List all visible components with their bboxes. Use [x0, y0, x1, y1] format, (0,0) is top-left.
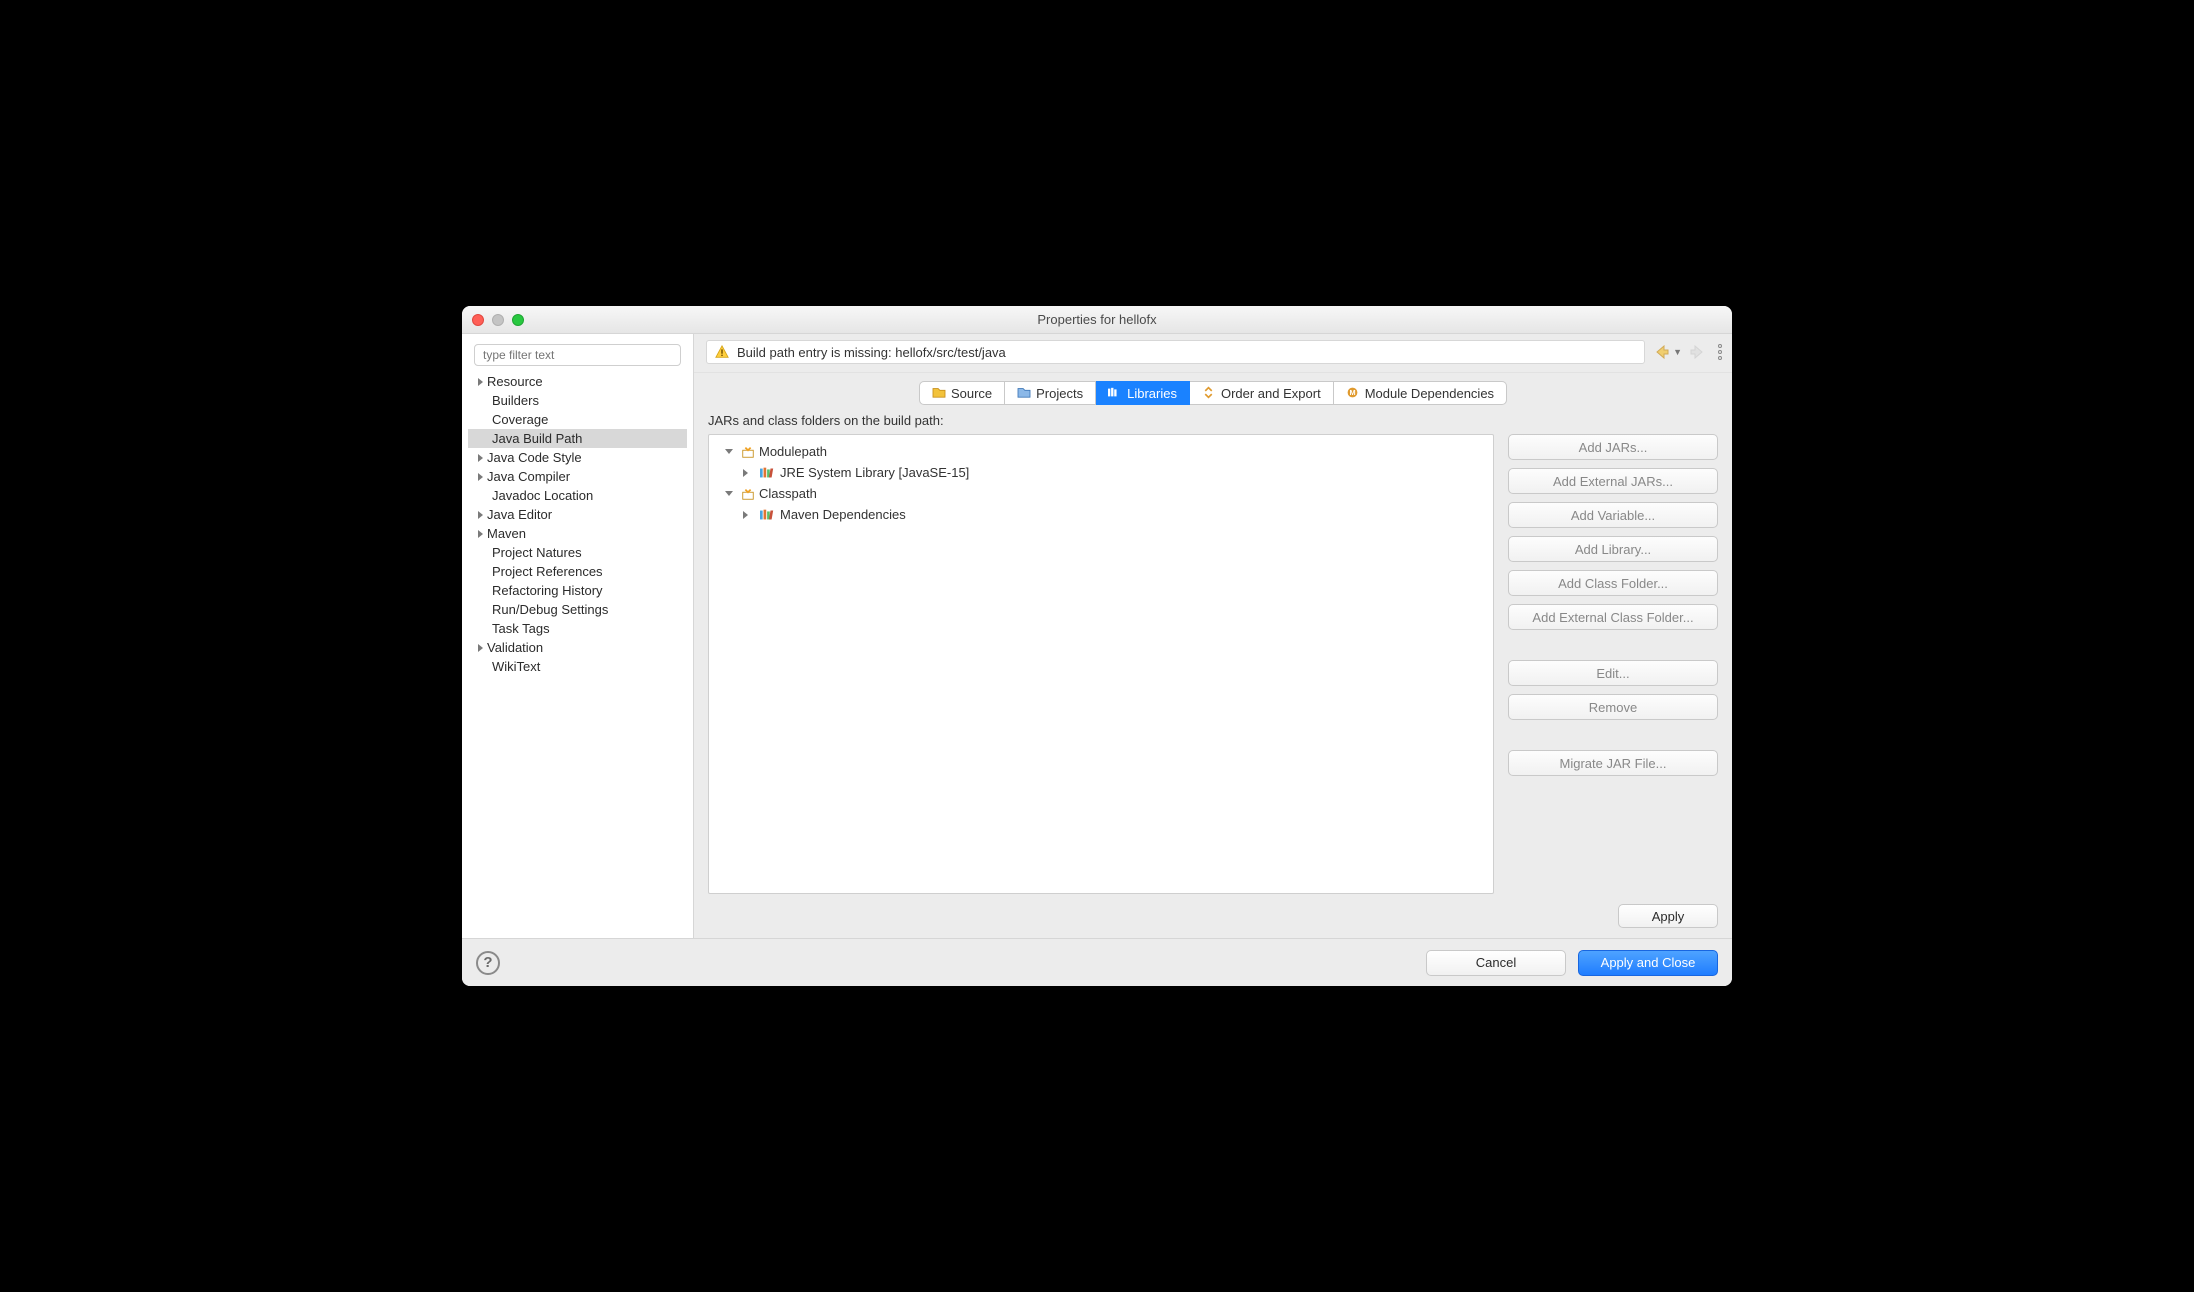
sidebar-item-label: Java Compiler — [487, 469, 570, 484]
category-tree[interactable]: Resource Builders Coverage Java Build Path J… — [468, 372, 687, 676]
apply-and-close-button[interactable]: Apply and Close — [1578, 950, 1718, 976]
build-path-tabs: Source Projects Libraries Order and Export M… — [694, 373, 1732, 405]
tree-label: Classpath — [759, 486, 817, 501]
cancel-button[interactable]: Cancel — [1426, 950, 1566, 976]
apply-button[interactable]: Apply — [1618, 904, 1718, 928]
warning-icon — [715, 345, 729, 359]
sidebar-item-resource[interactable]: Resource — [468, 372, 687, 391]
content-area: Build path entry is missing: hellofx/src… — [694, 334, 1732, 938]
validation-message-text: Build path entry is missing: hellofx/src… — [737, 345, 1006, 360]
sidebar-item-label: Run/Debug Settings — [492, 602, 608, 617]
sidebar-item-label: WikiText — [492, 659, 540, 674]
tab-libraries[interactable]: Libraries — [1096, 381, 1190, 405]
chevron-down-icon — [725, 491, 733, 496]
sidebar-item-label: Resource — [487, 374, 543, 389]
tab-label: Module Dependencies — [1365, 386, 1494, 401]
sidebar-item-wikitext[interactable]: WikiText — [468, 657, 687, 676]
source-icon — [932, 386, 946, 400]
titlebar: Properties for hellofx — [462, 306, 1732, 334]
sidebar-item-label: Refactoring History — [492, 583, 603, 598]
back-menu-chevron[interactable]: ▼ — [1673, 347, 1682, 357]
tab-order-and-export[interactable]: Order and Export — [1190, 381, 1334, 405]
tab-label: Projects — [1036, 386, 1083, 401]
modulepath-icon — [741, 445, 755, 459]
section-heading: JARs and class folders on the build path… — [708, 413, 1718, 428]
tab-source[interactable]: Source — [919, 381, 1005, 405]
chevron-down-icon — [725, 449, 733, 454]
sidebar-item-label: Maven — [487, 526, 526, 541]
sidebar-item-java-build-path[interactable]: Java Build Path — [468, 429, 687, 448]
tab-label: Libraries — [1127, 386, 1177, 401]
add-external-jars-button[interactable]: Add External JARs... — [1508, 468, 1718, 494]
sidebar-item-task-tags[interactable]: Task Tags — [468, 619, 687, 638]
dialog-footer: ? Cancel Apply and Close — [462, 938, 1732, 986]
sidebar-item-validation[interactable]: Validation — [468, 638, 687, 657]
migrate-jar-button[interactable]: Migrate JAR File... — [1508, 750, 1718, 776]
sidebar-item-builders[interactable]: Builders — [468, 391, 687, 410]
sidebar-item-label: Project Natures — [492, 545, 582, 560]
library-actions: Add JARs... Add External JARs... Add Var… — [1508, 434, 1718, 894]
tree-label: JRE System Library [JavaSE-15] — [780, 465, 969, 480]
sidebar-item-label: Validation — [487, 640, 543, 655]
sidebar-item-project-natures[interactable]: Project Natures — [468, 543, 687, 562]
remove-button[interactable]: Remove — [1508, 694, 1718, 720]
tree-node-jre[interactable]: JRE System Library [JavaSE-15] — [713, 462, 1489, 483]
sidebar-item-run-debug-settings[interactable]: Run/Debug Settings — [468, 600, 687, 619]
sidebar-item-java-code-style[interactable]: Java Code Style — [468, 448, 687, 467]
sidebar-item-label: Project References — [492, 564, 603, 579]
sidebar-item-project-references[interactable]: Project References — [468, 562, 687, 581]
tab-projects[interactable]: Projects — [1005, 381, 1096, 405]
tree-node-modulepath[interactable]: Modulepath — [713, 441, 1489, 462]
sidebar-item-label: Java Build Path — [492, 431, 582, 446]
add-variable-button[interactable]: Add Variable... — [1508, 502, 1718, 528]
window-title: Properties for hellofx — [462, 312, 1732, 327]
properties-dialog: Properties for hellofx Resource Builders C… — [462, 306, 1732, 986]
filter-input[interactable] — [474, 344, 681, 366]
classpath-icon — [741, 487, 755, 501]
add-library-button[interactable]: Add Library... — [1508, 536, 1718, 562]
sidebar-item-label: Task Tags — [492, 621, 550, 636]
sidebar-item-label: Coverage — [492, 412, 548, 427]
category-sidebar: Resource Builders Coverage Java Build Path J… — [462, 334, 694, 938]
add-class-folder-button[interactable]: Add Class Folder... — [1508, 570, 1718, 596]
sidebar-item-maven[interactable]: Maven — [468, 524, 687, 543]
tree-label: Maven Dependencies — [780, 507, 906, 522]
sidebar-item-coverage[interactable]: Coverage — [468, 410, 687, 429]
help-button[interactable]: ? — [476, 951, 500, 975]
tab-label: Source — [951, 386, 992, 401]
tab-label: Order and Export — [1221, 386, 1321, 401]
back-button[interactable] — [1653, 343, 1671, 361]
sidebar-item-label: Java Code Style — [487, 450, 582, 465]
tree-node-maven[interactable]: Maven Dependencies — [713, 504, 1489, 525]
tree-label: Modulepath — [759, 444, 827, 459]
chevron-right-icon — [743, 469, 752, 477]
add-external-class-folder-button[interactable]: Add External Class Folder... — [1508, 604, 1718, 630]
sidebar-item-java-editor[interactable]: Java Editor — [468, 505, 687, 524]
add-jars-button[interactable]: Add JARs... — [1508, 434, 1718, 460]
sidebar-item-javadoc-location[interactable]: Javadoc Location — [468, 486, 687, 505]
sidebar-item-label: Java Editor — [487, 507, 552, 522]
forward-button — [1688, 343, 1706, 361]
chevron-right-icon — [743, 511, 752, 519]
sidebar-item-label: Builders — [492, 393, 539, 408]
svg-text:M: M — [1349, 388, 1355, 397]
view-menu-button[interactable] — [1718, 344, 1722, 360]
module-dependencies-icon: M — [1346, 386, 1360, 400]
tree-node-classpath[interactable]: Classpath — [713, 483, 1489, 504]
sidebar-item-java-compiler[interactable]: Java Compiler — [468, 467, 687, 486]
projects-icon — [1017, 386, 1031, 400]
sidebar-item-label: Javadoc Location — [492, 488, 593, 503]
sidebar-item-refactoring-history[interactable]: Refactoring History — [468, 581, 687, 600]
order-and-export-icon — [1202, 386, 1216, 400]
validation-message: Build path entry is missing: hellofx/src… — [706, 340, 1645, 364]
history-nav: ▼ — [1653, 343, 1722, 361]
libraries-tree[interactable]: Modulepath — [708, 434, 1494, 894]
libraries-icon — [1108, 386, 1122, 400]
library-icon — [760, 467, 776, 479]
library-icon — [760, 509, 776, 521]
edit-button[interactable]: Edit... — [1508, 660, 1718, 686]
tab-module-dependencies[interactable]: M Module Dependencies — [1334, 381, 1507, 405]
